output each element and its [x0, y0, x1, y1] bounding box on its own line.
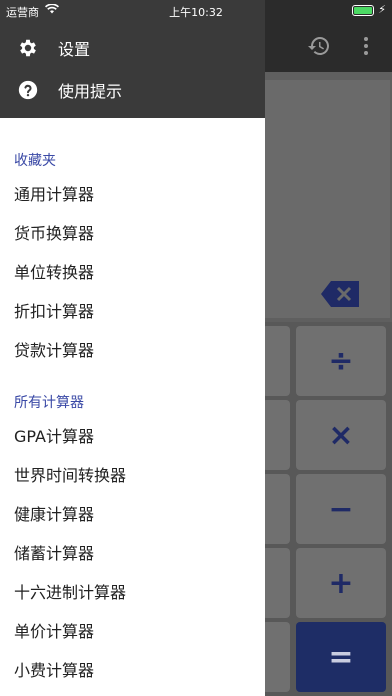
calculator-item-gpa[interactable]: GPA计算器: [14, 422, 254, 452]
gear-icon: [16, 36, 40, 60]
plus-key[interactable]: +: [296, 548, 386, 618]
settings-menu-item[interactable]: 设置: [0, 28, 265, 68]
status-bar: 运营商 上午10:32 ⚡: [0, 0, 392, 22]
favorites-section-title: 收藏夹: [14, 153, 56, 169]
calculator-item-hex[interactable]: 十六进制计算器: [14, 578, 254, 608]
favorite-item-discount-calculator[interactable]: 折扣计算器: [14, 297, 254, 327]
clock: 上午10:32: [169, 6, 223, 19]
calculator-item-health[interactable]: 健康计算器: [14, 500, 254, 530]
minus-key[interactable]: −: [296, 474, 386, 544]
all-calculators-section-title: 所有计算器: [14, 395, 84, 411]
key-partial[interactable]: [262, 548, 290, 618]
key-partial[interactable]: [262, 400, 290, 470]
calculator-item-unit-price[interactable]: 单价计算器: [14, 617, 254, 647]
key-partial[interactable]: [262, 326, 290, 396]
navigation-drawer: 设置 使用提示 收藏夹 通用计算器 货币换算器 单位转换器 折扣计算器 贷款计算…: [0, 0, 265, 696]
key-partial[interactable]: [262, 622, 290, 692]
favorite-item-unit-converter[interactable]: 单位转换器: [14, 258, 254, 288]
favorite-item-currency-converter[interactable]: 货币换算器: [14, 219, 254, 249]
favorite-item-general-calculator[interactable]: 通用计算器: [14, 180, 254, 210]
favorite-item-loan-calculator[interactable]: 贷款计算器: [14, 336, 254, 366]
history-icon[interactable]: [305, 32, 333, 60]
equals-label: =: [328, 639, 354, 675]
battery-icon: [352, 5, 374, 16]
charging-icon: ⚡: [378, 3, 386, 16]
divide-key[interactable]: ÷: [296, 326, 386, 396]
plus-label: +: [328, 565, 354, 601]
tips-menu-item[interactable]: 使用提示: [0, 70, 265, 110]
calculator-item-world-time[interactable]: 世界时间转换器: [14, 461, 254, 491]
multiply-key[interactable]: ×: [296, 400, 386, 470]
more-options-icon[interactable]: [352, 32, 380, 60]
calculator-item-tip[interactable]: 小费计算器: [14, 656, 254, 686]
minus-label: −: [328, 491, 354, 527]
multiply-label: ×: [328, 417, 354, 453]
calculator-item-savings[interactable]: 储蓄计算器: [14, 539, 254, 569]
equals-key[interactable]: =: [296, 622, 386, 692]
backspace-icon[interactable]: [321, 281, 359, 307]
divide-label: ÷: [328, 343, 354, 379]
help-icon: [16, 78, 40, 102]
key-partial[interactable]: [262, 474, 290, 544]
tips-label: 使用提示: [58, 82, 123, 101]
settings-label: 设置: [58, 40, 91, 59]
